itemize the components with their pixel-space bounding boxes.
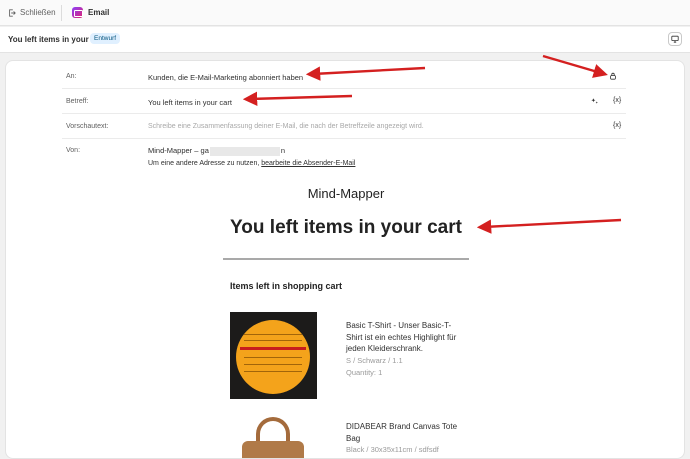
sticker-text-line [244, 371, 302, 372]
from-row: Von: Mind-Mapper – ga n Um eine andere Ad… [62, 139, 626, 173]
redacted-email [209, 146, 280, 156]
product-variant: Black / 30x35x11cm / sdfsdf [346, 445, 439, 454]
product-name: Basic T-Shirt - Unser Basic-T-Shirt ist … [346, 321, 457, 353]
product-image-sticker [230, 312, 317, 399]
preview-label: Vorschautext: [66, 123, 109, 130]
product-info: Basic T-Shirt - Unser Basic-T-Shirt ist … [346, 320, 466, 379]
subject-label: Betreff: [66, 98, 89, 105]
preview-text-row[interactable]: Vorschautext: Schreibe eine Zusammenfass… [62, 114, 626, 139]
sticker-photo-icon [236, 320, 310, 394]
subject-row[interactable]: Betreff: You left items in your cart {x} [62, 89, 626, 114]
product-image-bag [230, 415, 317, 458]
product-variant: S / Schwarz / 1.1 [346, 355, 403, 365]
cart-section-title: Items left in shopping cart [230, 281, 343, 291]
email-headline[interactable]: You left items in your cart [6, 217, 684, 239]
from-value: Mind-Mapper – ga n [148, 146, 285, 156]
product-quantity: Quantity: 1 [346, 368, 383, 377]
email-app-icon [72, 7, 83, 18]
status-badge: Entwurf [90, 33, 121, 44]
from-label: Von: [66, 147, 81, 154]
from-hint-text: Um eine andere Adresse zu nutzen, [148, 160, 260, 167]
sticker-text-line [244, 357, 302, 358]
to-value[interactable]: Kunden, die E-Mail-Marketing abonniert h… [148, 73, 303, 82]
insert-variable-icon[interactable]: {x} [613, 97, 621, 104]
cart-item[interactable]: DIDABEAR Brand Canvas Tote Bag Black / 3… [230, 415, 470, 458]
product-info: DIDABEAR Brand Canvas Tote Bag Black / 3… [346, 421, 466, 456]
sticker-warning-band [240, 347, 306, 350]
product-name: DIDABEAR Brand Canvas Tote Bag [346, 422, 458, 443]
lock-icon [609, 72, 617, 82]
brand-name: Mind-Mapper [307, 186, 385, 201]
edit-sender-link[interactable]: bearbeite die Absender-E-Mail [261, 160, 355, 167]
sparkle-icon[interactable] [591, 97, 599, 107]
from-hint: Um eine andere Adresse zu nutzen, bearbe… [148, 160, 355, 167]
from-name-prefix: Mind-Mapper – ga [148, 146, 209, 155]
to-label: An: [66, 73, 77, 80]
email-preview: Mind-Mapper You left items in your cart … [6, 174, 684, 458]
to-row[interactable]: An: Kunden, die E-Mail-Marketing abonnie… [62, 64, 626, 89]
preview-insert-variable-icon[interactable]: {x} [613, 122, 621, 129]
sticker-text-line [244, 364, 302, 365]
headline-divider [223, 258, 469, 260]
email-editor-card: An: Kunden, die E-Mail-Marketing abonnie… [5, 60, 685, 459]
close-button[interactable]: Schließen [8, 8, 56, 17]
monitor-icon [671, 35, 679, 43]
exit-icon [9, 8, 16, 17]
app-tab-email[interactable]: Email [72, 7, 109, 18]
sticker-text-line [244, 334, 302, 335]
from-name-suffix: n [280, 146, 286, 155]
app-tab-label: Email [88, 8, 110, 17]
bag-photo-icon [242, 441, 304, 458]
title-bar: You left items in your cart Entwurf [0, 27, 690, 53]
desktop-preview-button[interactable] [668, 32, 682, 46]
sticker-text-line [244, 340, 302, 341]
topbar-divider [61, 5, 62, 21]
top-bar: Schließen Email [0, 0, 690, 26]
subject-value[interactable]: You left items in your cart [148, 98, 232, 107]
close-label: Schließen [20, 8, 56, 17]
cart-item[interactable]: Basic T-Shirt - Unser Basic-T-Shirt ist … [230, 312, 470, 402]
preview-placeholder[interactable]: Schreibe eine Zusammenfassung deiner E-M… [148, 123, 424, 130]
